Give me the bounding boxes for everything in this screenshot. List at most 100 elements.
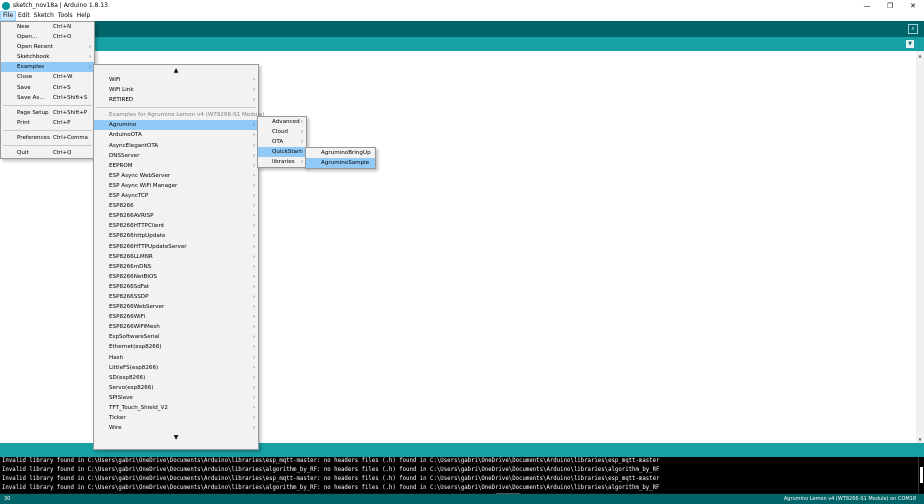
menu-item-littlefs-esp8266[interactable]: LittleFS(esp8266) › bbox=[94, 363, 258, 373]
close-icon[interactable]: ✕ bbox=[902, 0, 924, 11]
file-menu: New Ctrl+N Open... Ctrl+O Open Recent › Sketch… bbox=[0, 21, 95, 160]
menu-sketch[interactable]: Sketch bbox=[32, 11, 56, 21]
menu-item-page-setup[interactable]: Page Setup Ctrl+Shift+P bbox=[1, 108, 94, 118]
menu-item-sketchbook[interactable]: Sketchbook › bbox=[1, 52, 94, 62]
menu-item-label: Sketchbook bbox=[17, 54, 50, 61]
chevron-right-icon: › bbox=[253, 87, 255, 94]
serial-monitor-icon[interactable]: ⌕ bbox=[908, 24, 918, 34]
scroll-up-icon[interactable]: ▲ bbox=[916, 51, 924, 59]
window-title: sketch_nov18a | Arduino 1.8.13 bbox=[13, 2, 108, 9]
minimize-icon[interactable]: — bbox=[856, 0, 878, 11]
menu-item-label: EEPROM bbox=[109, 162, 133, 169]
menu-item-esp8266netbios[interactable]: ESP8266NetBIOS › bbox=[94, 272, 258, 282]
menu-item-esp8266httpclient[interactable]: ESP8266HTTPClient › bbox=[94, 221, 258, 231]
menu-item-wifi-link[interactable]: WiFi Link › bbox=[94, 85, 258, 95]
menu-item-esp8266[interactable]: ESP8266 › bbox=[94, 201, 258, 211]
menu-item-ethernet-esp8266[interactable]: Ethernet(esp8266) › bbox=[94, 342, 258, 352]
tab-menu-icon[interactable]: ▼ bbox=[906, 40, 914, 48]
menu-item-sd-esp8266[interactable]: SD(esp8266) › bbox=[94, 373, 258, 383]
menu-item-esp8266httpupdate[interactable]: ESP8266httpUpdate › bbox=[94, 231, 258, 241]
examples-menu: ▲ WiFi › WiFi Link › RETIRED › Examples for A… bbox=[93, 64, 265, 450]
menu-item-open-recent[interactable]: Open Recent › bbox=[1, 42, 94, 52]
menu-help[interactable]: Help bbox=[75, 11, 93, 21]
editor-scrollbar[interactable]: ▲ ▼ bbox=[916, 51, 924, 443]
menu-item-esp-async-wifi-manager[interactable]: ESP Async WiFi Manager › bbox=[94, 181, 258, 191]
menu-item-save[interactable]: Save Ctrl+S bbox=[1, 83, 94, 93]
menu-item-esp8266webserver[interactable]: ESP8266WebServer › bbox=[94, 302, 258, 312]
menu-item-hash[interactable]: Hash › bbox=[94, 353, 258, 363]
menu-item-label: libraries bbox=[272, 159, 295, 166]
menu-item-esp8266avrisp[interactable]: ESP8266AVRISP › bbox=[94, 211, 258, 221]
menu-item-cloud[interactable]: Cloud › bbox=[258, 127, 306, 137]
menu-item-ticker[interactable]: Ticker › bbox=[94, 413, 258, 423]
menu-item-arduinoota[interactable]: ArduinoOTA › bbox=[94, 130, 258, 140]
menu-item-save-as[interactable]: Save As... Ctrl+Shift+S bbox=[1, 93, 94, 103]
menu-item-esp8266wifimesh[interactable]: ESP8266WiFiMesh › bbox=[94, 322, 258, 332]
menu-item-agruminosample[interactable]: AgruminoSample bbox=[306, 158, 375, 169]
menu-item-preferences[interactable]: Preferences Ctrl+Comma bbox=[1, 133, 94, 143]
menu-item-print[interactable]: Print Ctrl+P bbox=[1, 118, 94, 128]
console-line: Invalid library found in C:\Users\gabri\… bbox=[2, 458, 660, 464]
menu-item-agruminobringup[interactable]: AgruminoBringUp bbox=[306, 148, 375, 158]
menu-item-servo-esp8266[interactable]: Servo(esp8266) › bbox=[94, 383, 258, 393]
menu-item-advanced[interactable]: Advanced › bbox=[258, 117, 306, 127]
menu-item-new[interactable]: New Ctrl+N bbox=[1, 22, 94, 32]
menu-item-spislave[interactable]: SPISlave › bbox=[94, 393, 258, 403]
menu-item-quit[interactable]: Quit Ctrl+Q bbox=[1, 148, 94, 158]
chevron-right-icon: › bbox=[301, 159, 303, 166]
chevron-right-icon: › bbox=[253, 142, 255, 149]
menu-item-label: ESP8266SSDP bbox=[109, 293, 149, 300]
menu-item-esp-asynctcp[interactable]: ESP AsyncTCP › bbox=[94, 191, 258, 201]
menu-item-esp8266mdns[interactable]: ESP8266mDNS › bbox=[94, 262, 258, 272]
console-line: Invalid library found in C:\Users\gabri\… bbox=[2, 475, 660, 482]
menu-item-shortcut: Ctrl+Shift+S bbox=[53, 94, 88, 101]
menu-item-label: Page Setup bbox=[17, 109, 49, 116]
menu-item-esp8266httpupdateserver[interactable]: ESP8266HTTPUpdateServer › bbox=[94, 242, 258, 252]
menu-item-esp8266wifi[interactable]: ESP8266WiFi › bbox=[94, 312, 258, 322]
menu-item-libraries[interactable]: libraries › bbox=[258, 157, 306, 167]
menu-separator bbox=[3, 129, 92, 131]
menu-scroll-up-icon[interactable]: ▲ bbox=[94, 66, 258, 75]
chevron-right-icon: › bbox=[253, 182, 255, 189]
chevron-right-icon: › bbox=[253, 283, 255, 290]
chevron-right-icon: › bbox=[253, 415, 255, 422]
menu-item-label: EspSoftwareSerial bbox=[109, 334, 160, 341]
menu-tools[interactable]: Tools bbox=[56, 11, 75, 21]
menu-item-shortcut: Ctrl+N bbox=[53, 24, 72, 30]
menu-item-wire[interactable]: Wire › bbox=[94, 423, 258, 433]
menu-file[interactable]: File bbox=[0, 11, 17, 21]
chevron-right-icon: › bbox=[253, 263, 255, 270]
menu-item-esp8266llmnr[interactable]: ESP8266LLMNR › bbox=[94, 252, 258, 262]
menu-item-tft-touch-shield-v2[interactable]: TFT_Touch_Shield_V2 › bbox=[94, 403, 258, 413]
menu-item-quickstart[interactable]: QuickStart › bbox=[258, 147, 306, 158]
console-line: Invalid library found in C:\Users\gabri\… bbox=[2, 466, 660, 473]
menu-edit[interactable]: Edit bbox=[16, 11, 32, 21]
menu-item-eeprom[interactable]: EEPROM › bbox=[94, 161, 258, 171]
chevron-right-icon: › bbox=[253, 97, 255, 104]
scroll-down-icon[interactable]: ▼ bbox=[916, 435, 924, 443]
chevron-right-icon: › bbox=[253, 354, 255, 361]
menu-item-dnsserver[interactable]: DNSServer › bbox=[94, 151, 258, 161]
menu-item-label: Servo(esp8266) bbox=[109, 384, 154, 391]
menu-item-shortcut: Ctrl+Comma bbox=[53, 134, 88, 141]
menu-item-examples[interactable]: Examples › bbox=[1, 62, 94, 73]
console-scrollbar[interactable] bbox=[918, 457, 924, 493]
menu-item-open[interactable]: Open... Ctrl+O bbox=[1, 32, 94, 42]
menu-item-asyncelegantota[interactable]: AsyncElegantOTA › bbox=[94, 141, 258, 151]
menu-item-agrumino[interactable]: Agrumino › bbox=[94, 120, 258, 131]
menu-item-close[interactable]: Close Ctrl+W bbox=[1, 72, 94, 82]
maximize-icon[interactable]: ❐ bbox=[879, 0, 901, 11]
menu-item-esp8266ssdp[interactable]: ESP8266SSDP › bbox=[94, 292, 258, 302]
menu-item-label: ESP8266 bbox=[109, 203, 134, 210]
menu-item-esp-async-webserver[interactable]: ESP Async WebServer › bbox=[94, 171, 258, 181]
menu-item-wifi[interactable]: WiFi › bbox=[94, 75, 258, 85]
menu-item-ota[interactable]: OTA › bbox=[258, 137, 306, 147]
chevron-right-icon: › bbox=[253, 193, 255, 200]
menu-item-retired[interactable]: RETIRED › bbox=[94, 95, 258, 105]
chevron-right-icon: › bbox=[253, 213, 255, 220]
menu-item-espsoftwareserial[interactable]: EspSoftwareSerial › bbox=[94, 332, 258, 342]
menu-item-label: Open... bbox=[17, 34, 38, 41]
menu-item-esp8266sdfat[interactable]: ESP8266SdFat › bbox=[94, 282, 258, 292]
menu-item-label: ESP Async WiFi Manager bbox=[109, 182, 178, 189]
menu-scroll-down-icon[interactable]: ▼ bbox=[94, 433, 258, 442]
